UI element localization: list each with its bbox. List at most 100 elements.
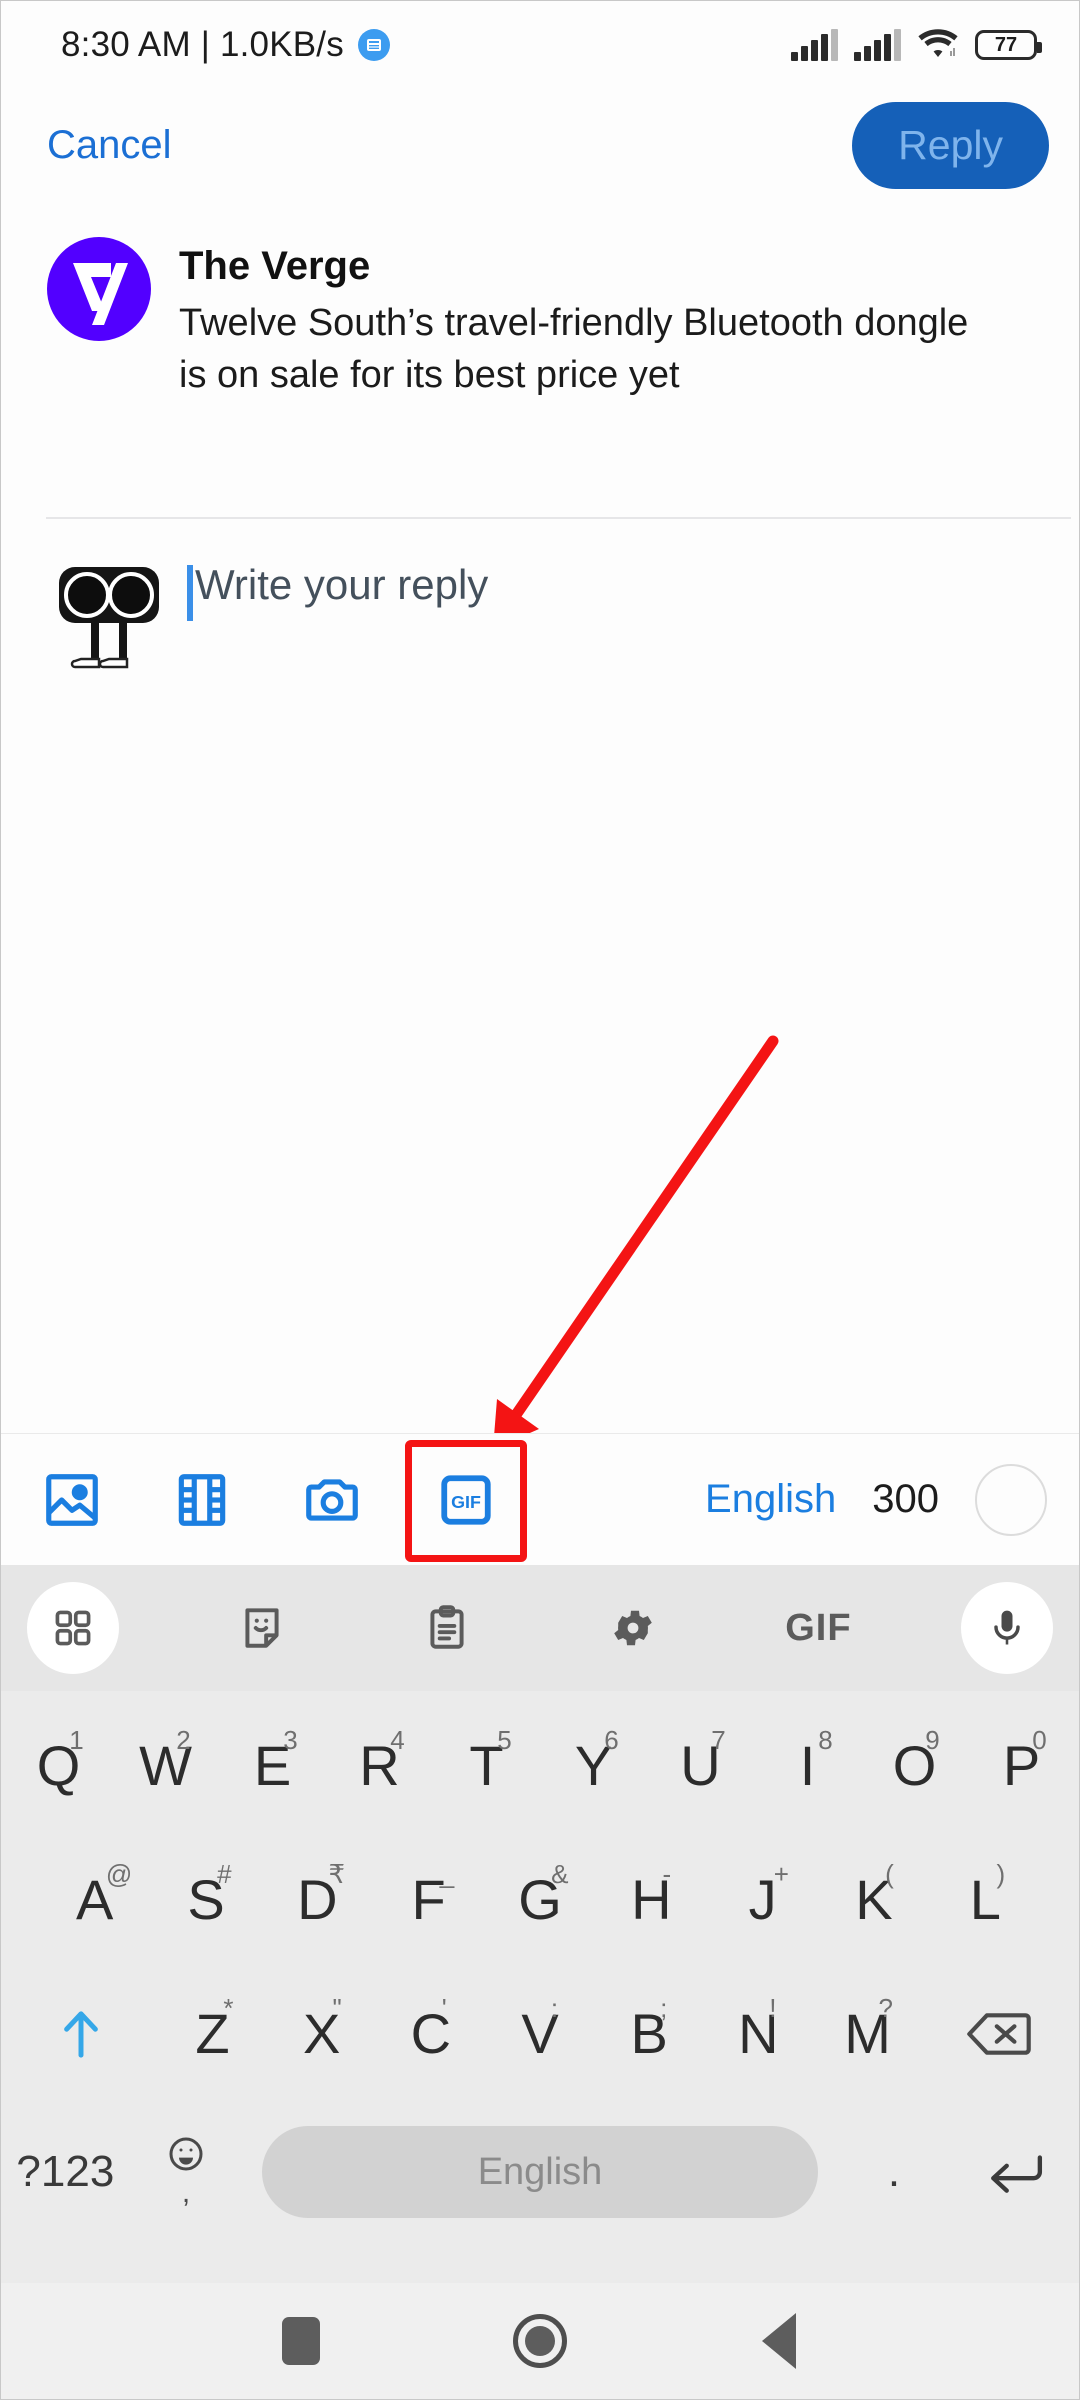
period-key[interactable]: . xyxy=(834,2147,955,2197)
keyboard-toolbar: GIF xyxy=(1,1565,1079,1691)
comma-label: , xyxy=(181,2176,191,2209)
key-superscript: 5 xyxy=(497,1725,512,1755)
key-b[interactable]: ; B xyxy=(595,1967,704,2101)
key-m[interactable]: ? M xyxy=(813,1967,922,2101)
key-superscript: + xyxy=(773,1859,789,1889)
period-label: . xyxy=(887,2147,901,2196)
key-superscript: " xyxy=(332,1993,342,2023)
gif-icon[interactable]: GIF xyxy=(775,1585,861,1671)
key-i[interactable]: 8I xyxy=(754,1699,861,1833)
key-superscript: 6 xyxy=(604,1725,619,1755)
space-key[interactable]: English xyxy=(262,2126,818,2218)
key-j[interactable]: + J xyxy=(707,1833,818,1967)
key-superscript: 3 xyxy=(283,1725,298,1755)
status-bar-right: 77 xyxy=(791,27,1051,64)
reply-placeholder: Write your reply xyxy=(195,561,489,608)
key-superscript: _ xyxy=(439,1859,455,1889)
video-icon[interactable] xyxy=(163,1461,241,1539)
key-k[interactable]: (K xyxy=(818,1833,929,1967)
key-f[interactable]: _ F xyxy=(373,1833,484,1967)
key-w[interactable]: 2W xyxy=(112,1699,219,1833)
key-l[interactable]: ) L xyxy=(930,1833,1041,1967)
key-v[interactable]: :V xyxy=(485,1967,594,2101)
apps-grid-icon[interactable] xyxy=(27,1582,119,1674)
language-selector[interactable]: English xyxy=(705,1477,836,1522)
key-h[interactable]: -H xyxy=(596,1833,707,1967)
attachment-icons: GIF xyxy=(1,1439,527,1562)
key-g[interactable]: & G xyxy=(484,1833,595,1967)
key-p[interactable]: 0P xyxy=(968,1699,1075,1833)
key-superscript: * xyxy=(223,1993,234,2023)
key-superscript: ! xyxy=(769,1993,777,2023)
microphone-icon[interactable] xyxy=(960,1582,1053,1674)
signal-bars-icon xyxy=(791,29,838,61)
key-superscript: 4 xyxy=(390,1725,405,1755)
quoted-tweet: The Verge Twelve South’s travel-friendly… xyxy=(1,237,1079,401)
space-label: English xyxy=(477,2150,603,2193)
battery-level-label: 77 xyxy=(994,33,1018,56)
reply-button[interactable]: Reply xyxy=(852,101,1049,189)
shift-arrow-icon[interactable] xyxy=(5,1967,158,2101)
enter-arrow-icon[interactable] xyxy=(954,2149,1075,2195)
key-o[interactable]: 9O xyxy=(861,1699,968,1833)
keyboard-row-2: @ A # S ₹ D _ F & G -H + J (K ) L xyxy=(5,1833,1075,1967)
back-triangle-icon[interactable] xyxy=(734,2296,824,2386)
key-e[interactable]: 3E xyxy=(219,1699,326,1833)
symbols-key[interactable]: ?123 xyxy=(5,2147,126,2197)
character-count-ring xyxy=(975,1463,1047,1536)
quoted-tweet-body: The Verge Twelve South’s travel-friendly… xyxy=(179,237,979,401)
android-nav-bar xyxy=(1,2283,1079,2399)
key-superscript: ₹ xyxy=(328,1859,346,1889)
key-superscript: - xyxy=(662,1859,672,1889)
emoji-icon[interactable]: , xyxy=(126,2134,247,2210)
home-circle-icon[interactable] xyxy=(495,2296,585,2386)
key-label: J xyxy=(748,1868,777,1931)
battery-icon: 77 xyxy=(975,30,1042,60)
key-c[interactable]: ' C xyxy=(376,1967,485,2101)
gif-attachment-button[interactable]: GIF xyxy=(405,1439,527,1562)
key-x[interactable]: " X xyxy=(267,1967,376,2101)
annotation-highlight-box xyxy=(405,1439,527,1562)
attachment-toolbar: GIF English 300 xyxy=(1,1433,1079,1565)
key-superscript: 9 xyxy=(925,1725,940,1755)
key-z[interactable]: * Z xyxy=(158,1967,267,2101)
key-s[interactable]: # S xyxy=(150,1833,261,1967)
sticker-icon[interactable] xyxy=(219,1585,305,1671)
key-u[interactable]: 7U xyxy=(647,1699,754,1833)
user-avatar-icon xyxy=(53,549,165,677)
clipboard-icon[interactable] xyxy=(404,1585,490,1671)
keyboard-rows: 1Q 2W 3E 4R 5T 6Y 7U 8I 9O 0P @ A # S ₹ D _… xyxy=(1,1691,1079,2243)
gif-label: GIF xyxy=(785,1606,852,1649)
key-superscript: ( xyxy=(885,1859,894,1889)
key-superscript: 8 xyxy=(818,1725,833,1755)
settings-gear-icon[interactable] xyxy=(590,1585,676,1671)
key-q[interactable]: 1Q xyxy=(5,1699,112,1833)
reply-compose-area: Write your reply xyxy=(1,549,1079,677)
key-superscript: 7 xyxy=(711,1725,726,1755)
section-divider xyxy=(46,517,1071,519)
key-a[interactable]: @ A xyxy=(39,1833,150,1967)
key-superscript: ) xyxy=(996,1859,1006,1889)
keyboard-row-3: * Z " X ' C :V ; B ! N ? M xyxy=(5,1967,1075,2101)
reply-input[interactable]: Write your reply xyxy=(187,549,488,621)
key-d[interactable]: ₹ D xyxy=(262,1833,373,1967)
status-time: 8:30 AM | 1.0KB/s xyxy=(61,25,344,64)
camera-icon[interactable] xyxy=(293,1461,371,1539)
key-superscript: 1 xyxy=(69,1725,84,1755)
key-n[interactable]: ! N xyxy=(704,1967,813,2101)
cancel-button[interactable]: Cancel xyxy=(43,117,176,174)
key-y[interactable]: 6Y xyxy=(540,1699,647,1833)
image-icon[interactable] xyxy=(33,1461,111,1539)
quoted-author-name: The Verge xyxy=(179,244,371,288)
key-superscript: & xyxy=(551,1859,569,1889)
key-label: I xyxy=(799,1734,816,1797)
keyboard-row-1: 1Q 2W 3E 4R 5T 6Y 7U 8I 9O 0P xyxy=(5,1699,1075,1833)
backspace-icon[interactable] xyxy=(922,1967,1075,2101)
keyboard-row-4: ?123 , English . xyxy=(5,2101,1075,2243)
key-t[interactable]: 5T xyxy=(433,1699,540,1833)
key-r[interactable]: 4R xyxy=(326,1699,433,1833)
key-superscript: ' xyxy=(441,1993,447,2023)
key-superscript: : xyxy=(550,1993,559,2023)
recents-square-icon[interactable] xyxy=(256,2296,346,2386)
key-superscript: 2 xyxy=(176,1725,191,1755)
